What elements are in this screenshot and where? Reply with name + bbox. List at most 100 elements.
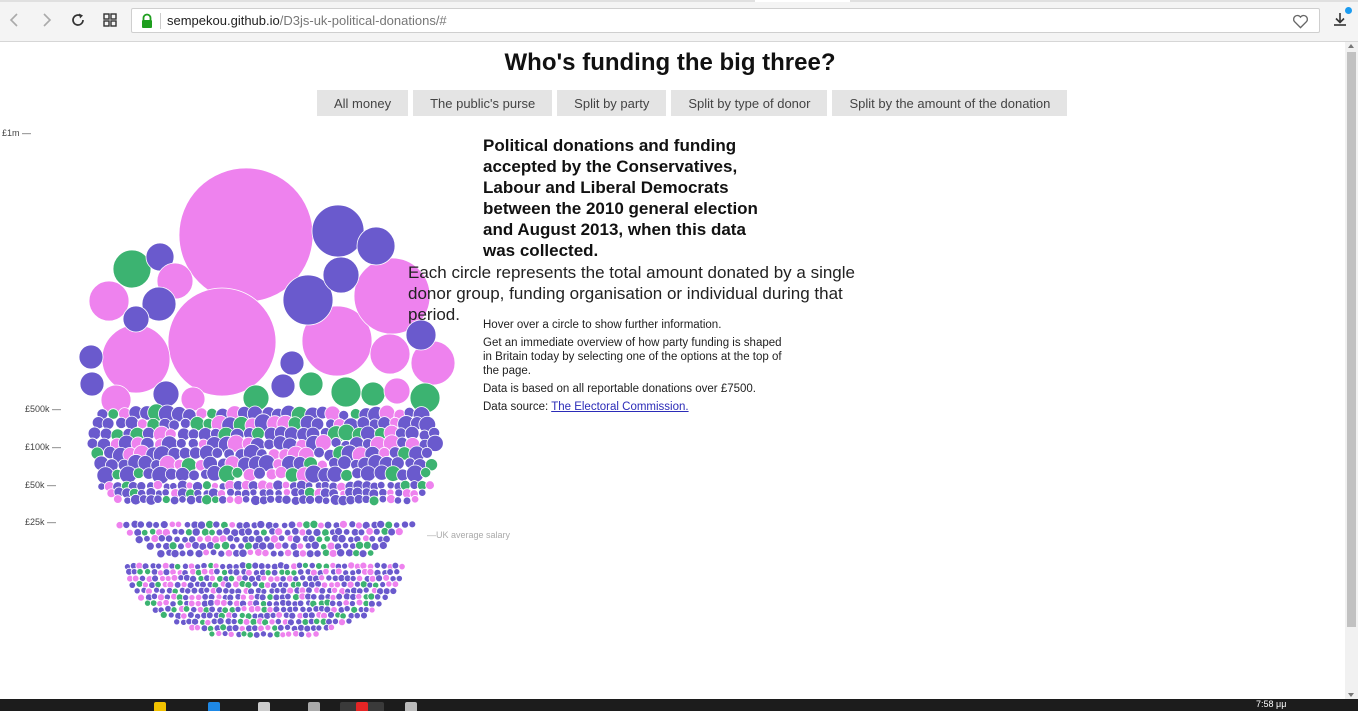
- donor-bubble[interactable]: [251, 561, 260, 570]
- donor-bubble[interactable]: [389, 587, 398, 595]
- donor-bubble[interactable]: [301, 580, 310, 588]
- donor-bubble[interactable]: [385, 580, 393, 588]
- donor-bubble[interactable]: [249, 617, 258, 626]
- donor-bubble[interactable]: [349, 569, 357, 577]
- donor-bubble[interactable]: [372, 527, 381, 536]
- donor-bubble[interactable]: [144, 599, 152, 607]
- donor-bubble[interactable]: [215, 629, 223, 637]
- donor-bubble[interactable]: [176, 599, 184, 607]
- donor-bubble[interactable]: [188, 469, 200, 482]
- donor-bubble[interactable]: [358, 549, 368, 559]
- donor-bubble[interactable]: [151, 574, 159, 583]
- donor-bubble[interactable]: [260, 574, 268, 582]
- donor-bubble[interactable]: [256, 520, 266, 529]
- donor-bubble[interactable]: [234, 605, 242, 613]
- donor-bubble[interactable]: [162, 598, 170, 607]
- donor-bubble[interactable]: [321, 528, 330, 537]
- donor-bubble[interactable]: [233, 535, 241, 544]
- donor-bubble[interactable]: [269, 549, 278, 558]
- donor-bubble[interactable]: [291, 534, 302, 544]
- donor-bubble[interactable]: [356, 226, 396, 266]
- donor-bubble[interactable]: [368, 574, 377, 583]
- donor-bubble[interactable]: [313, 617, 321, 625]
- donor-bubble[interactable]: [229, 542, 237, 551]
- donor-bubble[interactable]: [307, 611, 316, 620]
- donor-bubble[interactable]: [315, 624, 323, 632]
- donor-bubble[interactable]: [122, 305, 150, 333]
- donor-bubble[interactable]: [169, 495, 180, 506]
- donor-bubble[interactable]: [222, 587, 230, 595]
- donor-bubble[interactable]: [274, 617, 282, 626]
- donor-bubble[interactable]: [289, 542, 299, 551]
- donor-bubble[interactable]: [184, 541, 192, 550]
- donor-bubble[interactable]: [246, 631, 254, 639]
- donor-bubble[interactable]: [263, 581, 272, 589]
- donor-bubble[interactable]: [341, 562, 349, 570]
- donor-bubble[interactable]: [180, 386, 206, 412]
- donor-bubble[interactable]: [270, 373, 296, 399]
- donor-bubble[interactable]: [253, 466, 266, 480]
- donor-bubble[interactable]: [367, 599, 376, 608]
- donor-bubble[interactable]: [317, 521, 325, 530]
- donor-bubble[interactable]: [322, 256, 360, 294]
- donor-bubble[interactable]: [152, 479, 163, 491]
- donor-bubble[interactable]: [381, 593, 389, 601]
- donor-bubble[interactable]: [340, 580, 348, 588]
- donor-bubble[interactable]: [400, 520, 410, 529]
- donor-bubble[interactable]: [337, 534, 347, 544]
- donor-bubble[interactable]: [283, 548, 293, 558]
- donor-bubble[interactable]: [263, 535, 271, 543]
- donor-bubble[interactable]: [222, 527, 231, 536]
- donor-bubble[interactable]: [275, 611, 283, 619]
- donor-bubble[interactable]: [149, 599, 158, 607]
- donor-bubble[interactable]: [362, 586, 370, 594]
- donor-bubble[interactable]: [272, 479, 284, 491]
- donor-bubble[interactable]: [322, 567, 330, 576]
- donor-bubble[interactable]: [194, 549, 204, 559]
- donor-bubble[interactable]: [279, 586, 288, 595]
- donor-bubble[interactable]: [425, 480, 435, 491]
- app-icon-3[interactable]: [405, 702, 417, 711]
- donor-bubble[interactable]: [240, 605, 248, 613]
- donor-bubble[interactable]: [156, 549, 166, 559]
- donor-bubble[interactable]: [331, 586, 339, 594]
- donor-bubble[interactable]: [213, 598, 222, 607]
- donor-bubble[interactable]: [226, 487, 236, 497]
- donor-bubble[interactable]: [205, 611, 214, 620]
- donor-bubble[interactable]: [393, 568, 401, 576]
- donor-bubble[interactable]: [247, 593, 255, 601]
- donor-bubble[interactable]: [170, 574, 179, 582]
- donor-bubble[interactable]: [267, 575, 275, 583]
- donor-bubble[interactable]: [253, 604, 262, 613]
- donor-bubble[interactable]: [179, 417, 191, 429]
- donor-bubble[interactable]: [386, 481, 395, 490]
- donor-bubble[interactable]: [305, 631, 313, 639]
- donor-bubble[interactable]: [244, 527, 253, 537]
- donor-bubble[interactable]: [266, 631, 274, 639]
- donor-bubble[interactable]: [221, 568, 229, 576]
- donor-bubble[interactable]: [145, 541, 155, 551]
- donor-bubble[interactable]: [132, 467, 145, 479]
- donor-bubble[interactable]: [252, 631, 261, 639]
- donor-bubble[interactable]: [159, 575, 166, 582]
- donor-bubble[interactable]: [284, 599, 293, 607]
- donor-bubble[interactable]: [226, 599, 234, 607]
- donor-bubble[interactable]: [159, 610, 168, 619]
- donor-bubble[interactable]: [339, 612, 347, 620]
- donor-bubble[interactable]: [263, 438, 275, 451]
- donor-bubble[interactable]: [213, 542, 222, 551]
- donor-bubble[interactable]: [345, 617, 353, 625]
- donor-bubble[interactable]: [153, 586, 160, 594]
- donor-bubble[interactable]: [157, 593, 165, 602]
- donor-bubble[interactable]: [200, 567, 209, 576]
- donor-bubble[interactable]: [237, 542, 245, 550]
- donor-bubble[interactable]: [303, 624, 312, 633]
- donor-bubble[interactable]: [301, 618, 310, 626]
- donor-bubble[interactable]: [185, 494, 197, 506]
- donor-bubble[interactable]: [209, 548, 218, 557]
- donor-bubble[interactable]: [182, 594, 190, 602]
- donor-bubble[interactable]: [220, 599, 228, 607]
- donor-bubble[interactable]: [194, 563, 202, 571]
- donor-bubble[interactable]: [368, 535, 377, 543]
- donor-bubble[interactable]: [173, 618, 181, 626]
